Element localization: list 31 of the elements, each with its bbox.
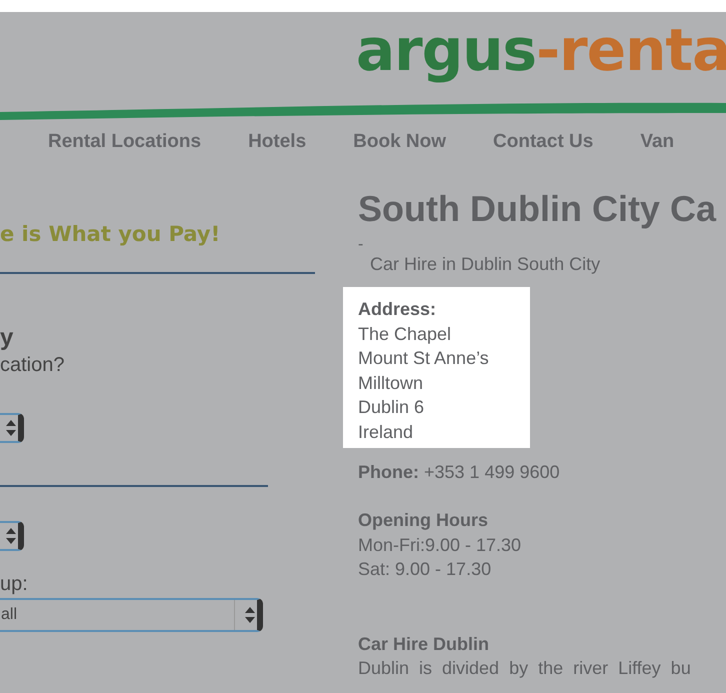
address-line: Ireland — [358, 420, 414, 444]
subtitle: Car Hire in Dublin South City — [370, 254, 600, 275]
arrows-icon — [4, 527, 18, 545]
question-text: cation? — [0, 354, 66, 377]
nav-link[interactable]: Hotels — [248, 131, 306, 153]
section-heading: Car Hire Dublin — [358, 632, 490, 656]
nav-link[interactable]: Contact Us — [493, 131, 594, 153]
hours-line: Sat: 9.00 - 17.30 — [358, 558, 492, 581]
section-heading: y — [0, 324, 14, 352]
address-line: Mount St Anne’s — [358, 347, 490, 370]
dropdown[interactable] — [0, 521, 24, 551]
address-line: Dublin 6 — [358, 396, 426, 419]
field-label: up: — [0, 573, 28, 596]
hours-line: Mon-Fri:9.00 - 17.30 — [358, 534, 522, 556]
nav-link[interactable]: Rental Locations — [48, 131, 202, 153]
address-line: Milltown — [358, 372, 424, 394]
arrows-icon — [4, 419, 18, 437]
dash-text: - — [358, 236, 364, 254]
phone-text: Phone: +353 1 499 9600 — [358, 462, 561, 483]
arrows-icon — [243, 606, 257, 624]
hours-label: Opening Hours — [358, 509, 489, 532]
page-title: South Dublin City Ca — [358, 188, 716, 230]
logo[interactable]: argus-renta — [356, 16, 726, 84]
dropdown[interactable] — [0, 413, 24, 443]
tagline: e is What you Pay! — [0, 222, 220, 246]
address-line: The Chapel — [358, 322, 452, 346]
paragraph-line: Dublin is divided by the river Liffey bu — [358, 657, 692, 680]
address-label: Address: — [358, 298, 438, 321]
nav-link[interactable]: Book Now — [353, 131, 446, 153]
nav-link[interactable]: Van — [640, 131, 674, 153]
group-select[interactable]: all — [0, 598, 263, 632]
